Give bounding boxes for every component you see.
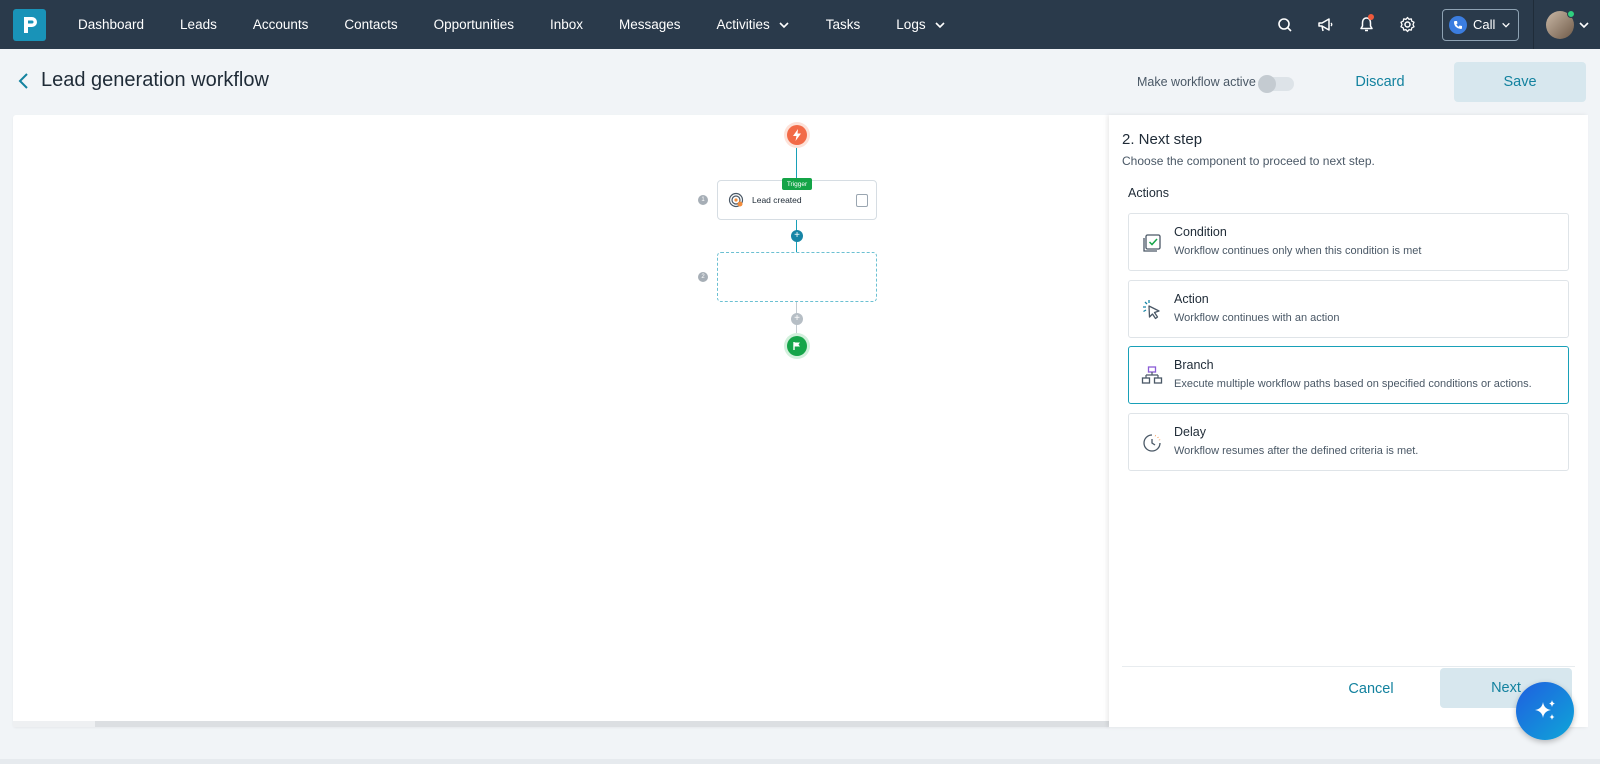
nav-item-logs[interactable]: Logs <box>878 0 963 49</box>
chevron-down-icon <box>1579 21 1589 28</box>
nav-item-contacts[interactable]: Contacts <box>326 0 415 49</box>
top-navigation-bar: Dashboard Leads Accounts Contacts Opport… <box>0 0 1600 49</box>
canvas-horizontal-scrollbar[interactable] <box>13 721 1109 727</box>
step-number-1: 1 <box>698 195 708 205</box>
option-title: Branch <box>1174 358 1214 372</box>
panel-subtitle: Choose the component to proceed to next … <box>1122 154 1375 168</box>
nav-right-tools: Call <box>1264 0 1600 49</box>
connector-line <box>796 145 797 180</box>
nav-item-tasks[interactable]: Tasks <box>808 0 879 49</box>
next-step-panel: 2. Next step Choose the component to pro… <box>1109 115 1588 727</box>
chevron-down-icon <box>1502 22 1511 28</box>
option-delay[interactable]: Delay Workflow resumes after the defined… <box>1128 413 1569 471</box>
actions-section-label: Actions <box>1128 186 1169 200</box>
panel-title: 2. Next step <box>1122 131 1203 148</box>
option-description: Workflow continues with an action <box>1174 312 1340 324</box>
nav-item-inbox[interactable]: Inbox <box>532 0 601 49</box>
option-condition[interactable]: Condition Workflow continues only when t… <box>1128 213 1569 271</box>
page-title: Lead generation workflow <box>41 69 269 91</box>
nav-item-accounts[interactable]: Accounts <box>235 0 327 49</box>
search-icon <box>1277 17 1292 32</box>
online-status-dot <box>1567 9 1575 18</box>
avatar <box>1546 9 1575 39</box>
option-description: Workflow resumes after the defined crite… <box>1174 445 1419 457</box>
settings-button[interactable] <box>1387 0 1428 49</box>
megaphone-icon <box>1318 17 1333 31</box>
workflow-node-empty-placeholder[interactable] <box>717 252 877 302</box>
cursor-click-icon <box>1143 300 1160 320</box>
save-button[interactable]: Save <box>1454 62 1586 102</box>
nav-item-dashboard[interactable]: Dashboard <box>60 0 162 49</box>
app-logo[interactable] <box>13 9 46 41</box>
option-title: Delay <box>1174 425 1206 439</box>
workflow-active-label: Make workflow active <box>1137 75 1256 89</box>
scrollbar-thumb[interactable] <box>13 721 95 727</box>
trigger-start-node[interactable] <box>787 125 807 145</box>
sparkle-icon <box>1535 700 1555 720</box>
notifications-button[interactable] <box>1346 0 1387 49</box>
node-menu-icon[interactable] <box>856 194 868 207</box>
nav-item-activities[interactable]: Activities <box>699 0 808 49</box>
lightning-icon <box>793 129 801 141</box>
node-label: Lead created <box>752 195 802 205</box>
option-description: Workflow continues only when this condit… <box>1174 245 1422 257</box>
nav-item-messages[interactable]: Messages <box>601 0 699 49</box>
flag-icon <box>793 342 800 350</box>
nav-item-leads[interactable]: Leads <box>162 0 235 49</box>
back-arrow-icon[interactable] <box>16 71 32 91</box>
call-label: Call <box>1473 17 1496 32</box>
announcements-button[interactable] <box>1305 0 1346 49</box>
page-header: Lead generation workflow Make workflow a… <box>0 49 1600 115</box>
option-title: Action <box>1174 292 1209 306</box>
pipeline-logo-icon <box>23 17 37 33</box>
clock-delay-icon <box>1143 434 1161 452</box>
trigger-tag: Trigger <box>782 178 812 190</box>
call-button[interactable]: Call <box>1442 8 1519 41</box>
nav-item-opportunities[interactable]: Opportunities <box>416 0 532 49</box>
search-button[interactable] <box>1264 0 1305 49</box>
discard-button[interactable]: Discard <box>1340 67 1420 97</box>
panel-footer-divider <box>1122 666 1575 667</box>
chevron-down-icon <box>935 21 945 28</box>
toggle-knob <box>1258 75 1276 93</box>
option-branch[interactable]: Branch Execute multiple workflow paths b… <box>1128 346 1569 404</box>
option-title: Condition <box>1174 225 1227 239</box>
condition-check-icon <box>1143 234 1161 252</box>
ai-assistant-button[interactable] <box>1516 682 1574 740</box>
option-description: Execute multiple workflow paths based on… <box>1174 378 1532 390</box>
workflow-active-toggle[interactable] <box>1258 75 1294 93</box>
notification-badge <box>1368 14 1374 20</box>
workflow-end-node <box>787 336 807 356</box>
bottom-strip <box>0 759 1600 764</box>
step-number-2: 2 <box>698 272 708 282</box>
branch-icon <box>1141 366 1163 384</box>
cancel-button[interactable]: Cancel <box>1331 670 1411 708</box>
nav-menu: Dashboard Leads Accounts Contacts Opport… <box>60 0 964 49</box>
user-menu[interactable] <box>1534 0 1600 49</box>
chevron-down-icon <box>779 21 789 28</box>
add-step-button[interactable]: + <box>791 313 803 325</box>
target-icon <box>728 192 744 208</box>
gear-icon <box>1400 16 1415 33</box>
add-step-button[interactable]: + <box>791 230 803 242</box>
phone-icon <box>1449 15 1467 34</box>
option-action[interactable]: Action Workflow continues with an action <box>1128 280 1569 338</box>
workflow-canvas[interactable]: Lead created Trigger 1 + 2 + <box>13 115 1109 727</box>
